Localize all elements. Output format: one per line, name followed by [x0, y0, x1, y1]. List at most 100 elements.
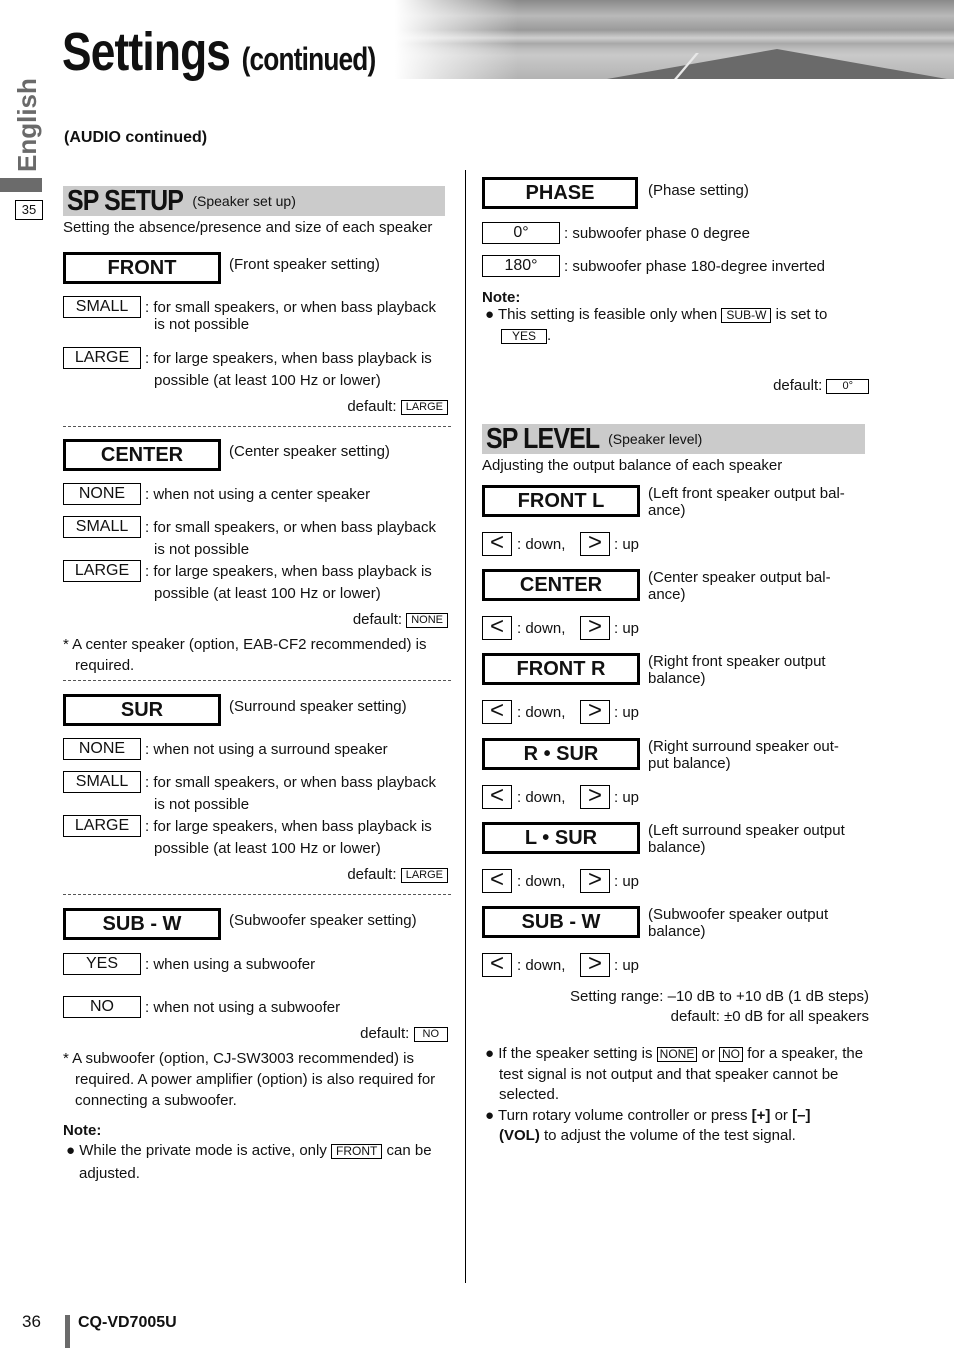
default-line: default: LARGE	[250, 866, 448, 883]
key-vol: (VOL)	[499, 1127, 540, 1144]
option-desc-line: : when not using a surround speaker	[145, 741, 388, 758]
note-line: test signal is not output and that speak…	[499, 1065, 839, 1083]
note-box: FRONT	[331, 1143, 383, 1159]
speaker-note: (Left front speaker output bal-ance)	[648, 485, 868, 519]
speaker-level-item: FRONT L (Left front speaker output bal-an…	[482, 485, 882, 569]
side-tab-page-ref: 35	[15, 200, 43, 220]
down-arrow-icon: <	[482, 952, 512, 977]
phase-note-body: ● This setting is feasible only when SUB…	[485, 304, 875, 346]
bullet-icon: ●	[485, 306, 495, 323]
range-info: Setting range: –10 dB to +10 dB (1 dB st…	[482, 987, 869, 1027]
option-desc-line: is not possible	[154, 796, 250, 813]
note-line: selected.	[499, 1086, 560, 1103]
down-label: : down,	[517, 620, 566, 638]
up-arrow-icon: >	[580, 867, 610, 893]
option-box: SMALL	[63, 296, 141, 318]
down-arrow-icon: <	[482, 531, 512, 556]
speaker-note-line: (Subwoofer speaker output	[648, 906, 829, 923]
option-desc-line: : for small speakers, or when bass playb…	[145, 519, 436, 536]
side-tab-bar	[0, 178, 42, 192]
up-label: : up	[614, 620, 640, 638]
up-label: : up	[614, 957, 640, 974]
speaker-note-line: balance)	[648, 670, 706, 688]
up-label: : up	[614, 704, 640, 722]
speaker-level-item: R • SUR (Right surround speaker out-put b…	[482, 737, 882, 822]
page-number: 36	[22, 1312, 41, 1331]
footnote-line: * A subwoofer (option, CJ-SW3003 recomme…	[63, 1050, 414, 1067]
speaker-name-box: SUB - W	[482, 906, 640, 938]
speaker-note-line: (Left front speaker output bal-	[648, 485, 845, 502]
option-desc-line: : for small speakers, or when bass playb…	[145, 774, 436, 791]
option-box: NONE	[63, 483, 141, 505]
up-label: : up	[614, 536, 640, 553]
option-desc-line: : when not using a center speaker	[145, 486, 371, 503]
option-desc: : for large speakers, when bass playback…	[145, 561, 432, 604]
note-text: If the speaker setting is	[498, 1045, 653, 1062]
option-desc: : for large speakers, when bass playback…	[145, 816, 432, 859]
default-label: default:	[347, 866, 397, 883]
option-desc-line: : when not using a subwoofer	[145, 999, 341, 1016]
key-minus: [–]	[792, 1106, 811, 1124]
sp-setup-title: SP SETUP	[67, 185, 184, 217]
up-arrow-icon: >	[580, 952, 610, 977]
up-arrow-icon: >	[580, 615, 610, 641]
option-desc-line: possible (at least 100 Hz or lower)	[154, 372, 381, 389]
speaker-note-line: (Right front speaker output	[648, 653, 826, 671]
up-label: : up	[614, 872, 640, 890]
note-line: ● Turn rotary volume controller or press…	[485, 1106, 875, 1127]
center-setting-box: CENTER	[63, 439, 221, 471]
sur-setting-box: SUR	[63, 694, 221, 726]
bullet-icon: ●	[66, 1142, 76, 1159]
note-line: adjusted.	[79, 1165, 140, 1182]
note-text: is set to	[775, 306, 828, 323]
option-desc: : when using a subwoofer	[145, 954, 315, 975]
language-tab-label: English	[12, 78, 42, 172]
footnote-line: connecting a subwoofer.	[75, 1092, 237, 1109]
speaker-note-line: ance)	[648, 502, 686, 519]
option-desc: : subwoofer phase 0 degree	[564, 225, 750, 242]
section-divider	[63, 426, 451, 427]
phase-setting-note: (Phase setting)	[648, 182, 749, 199]
option-box: LARGE	[63, 560, 141, 582]
option-desc: : when not using a subwoofer	[145, 997, 340, 1018]
range-text: Setting range: –10 dB to +10 dB (1 dB st…	[570, 988, 869, 1005]
speaker-note-line: (Left surround speaker output	[648, 821, 845, 839]
sp-setup-subtitle: (Speaker set up)	[192, 193, 296, 209]
option-box: NONE	[63, 738, 141, 760]
sp-level-header: SP LEVEL (Speaker level)	[482, 424, 865, 454]
up-arrow-icon: >	[580, 783, 610, 809]
note-line: ● While the private mode is active, only…	[66, 1140, 456, 1161]
option-box: LARGE	[63, 347, 141, 369]
option-box: NO	[63, 996, 141, 1018]
option-desc: : for large speakers, when bass playback…	[145, 348, 432, 391]
speaker-level-item: CENTER (Center speaker output bal-ance) <:…	[482, 569, 882, 653]
page-title-main: Settings	[62, 22, 231, 82]
up-arrow-icon: >	[580, 699, 610, 725]
option-desc-line: possible (at least 100 Hz or lower)	[154, 585, 381, 602]
option-desc: : for small speakers, or when bass playb…	[145, 772, 436, 815]
down-label: : down,	[517, 704, 566, 722]
speaker-note-line: ance)	[648, 586, 686, 604]
default-line: default: NO	[250, 1025, 448, 1042]
speaker-name-box: FRONT R	[482, 653, 640, 686]
bullet-icon: ●	[485, 1106, 495, 1124]
speaker-note-line: balance)	[648, 838, 706, 856]
sp-level-title: SP LEVEL	[486, 423, 600, 455]
default-value-box: NONE	[406, 612, 448, 628]
sp-level-notes: ● If the speaker setting is NONE or NO f…	[485, 1044, 875, 1147]
subw-footnote: * A subwoofer (option, CJ-SW3003 recomme…	[63, 1048, 458, 1111]
model-number: CQ-VD7005U	[78, 1314, 177, 1331]
option-box: YES	[63, 953, 141, 975]
sp-setup-header: SP SETUP (Speaker set up)	[63, 186, 445, 216]
down-arrow-icon: <	[482, 867, 512, 893]
option-desc-line: : for large speakers, when bass playback…	[145, 350, 432, 367]
header-road-image	[395, 0, 954, 79]
down-label: : down,	[517, 788, 566, 806]
sp-level-description: Adjusting the output balance of each spe…	[482, 457, 783, 474]
option-box: LARGE	[63, 815, 141, 837]
speaker-name-box: L • SUR	[482, 821, 640, 854]
speaker-note-line: (Center speaker output bal-	[648, 569, 831, 587]
option-desc: : for small speakers, or when bass playb…	[145, 297, 436, 335]
default-value-box: 0°	[826, 378, 869, 394]
note-text: .	[547, 327, 552, 344]
